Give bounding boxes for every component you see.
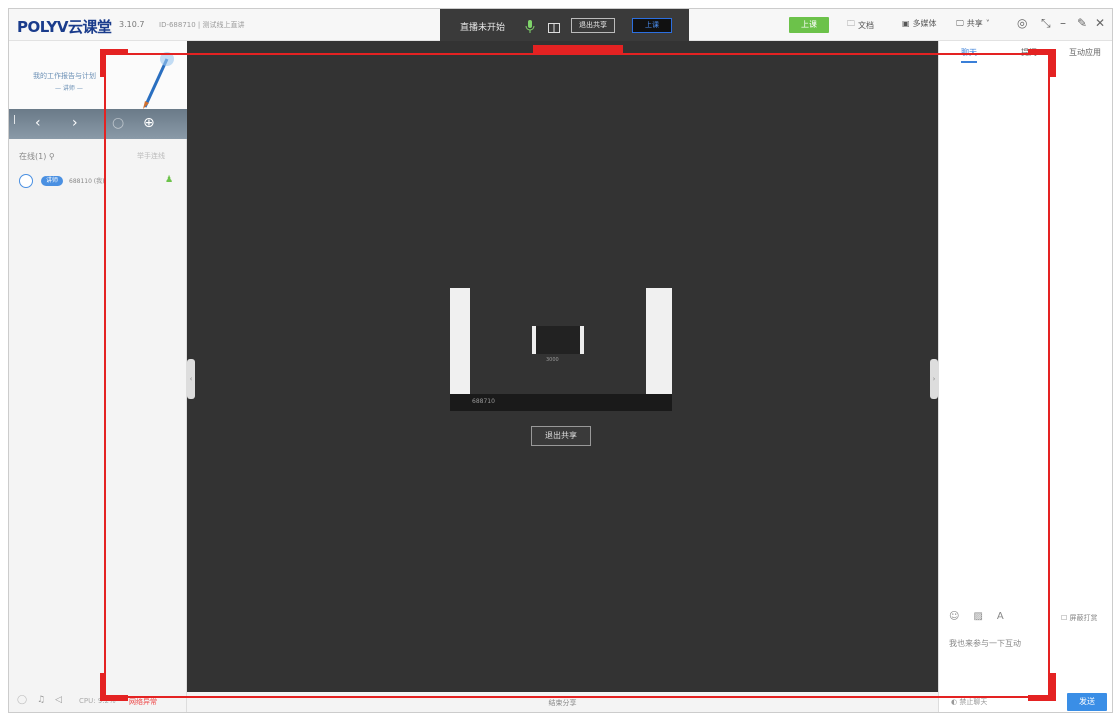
share-canvas: ‹ › 3000 688710 退出共享 — [187, 41, 938, 692]
network-status: 网络异常 — [129, 698, 157, 706]
rotate-icon[interactable]: ○ — [112, 115, 124, 131]
pin-icon[interactable]: ✎ — [1077, 16, 1087, 30]
prev-slide-icon[interactable]: ‹ — [35, 115, 41, 131]
forbid-chat-toggle[interactable]: ◐ 禁止聊天 — [951, 697, 987, 707]
live-control-bar: 直播未开始 退出共享 上课 — [440, 9, 689, 41]
slide-thumbnail[interactable]: 我的工作报告与计划 — 讲师 — — [9, 41, 187, 109]
share-button[interactable]: 🖵 共享 ˅ — [956, 18, 990, 29]
media-icon: ▣ — [902, 19, 910, 28]
app-window: POLYV云课堂 3.10.7 ID-688710 | 测试线上直讲 直播未开始… — [8, 8, 1113, 713]
speaker-icon[interactable]: ◁ — [55, 695, 62, 705]
role-badge: 讲师 — [41, 176, 63, 186]
emoji-icon[interactable]: ☺ — [949, 611, 959, 622]
user-list-item[interactable]: 讲师 688110 (我) ♟ — [19, 174, 179, 190]
chat-panel: 聊天 提问 互动应用 ☺ ▨ A ☐ 屏蔽打赏 我也来参与一下互动 ◐ 禁止聊天… — [938, 41, 1112, 712]
slide-title: 我的工作报告与计划 — [33, 72, 96, 80]
user-status-icon: ♟ — [165, 175, 174, 185]
online-count: 在线(1) ⚲ — [19, 152, 55, 161]
next-slide-icon[interactable]: › — [72, 115, 78, 131]
room-id-label: ID-688710 | 测试线上直讲 — [159, 21, 245, 29]
media-button[interactable]: ▣ 多媒体 — [902, 18, 937, 29]
docs-button[interactable]: 🗀 文档 — [847, 18, 874, 32]
left-panel: 我的工作报告与计划 — 讲师 — | ‹ › ○ ⊕ 在线(1) ⚲ 举手连线 … — [9, 41, 187, 712]
frame-top-handle[interactable] — [533, 45, 623, 53]
screen-icon[interactable] — [548, 19, 560, 38]
exit-share-center-button[interactable]: 退出共享 — [531, 426, 591, 446]
frame-corner-bl-v[interactable] — [100, 673, 106, 701]
bottom-bar: 结束分享 — [187, 692, 938, 712]
status-bar: ◯ ♫ ◁ CPU: 9.2% 网络异常 — [9, 689, 187, 712]
start-class-button[interactable]: 上课 — [789, 17, 829, 33]
preview-window-id: 688710 — [472, 398, 495, 405]
mute-reward-checkbox[interactable]: ☐ 屏蔽打赏 — [1061, 613, 1098, 623]
collapse-left-handle[interactable]: ‹ — [187, 359, 195, 399]
chat-toolbar: ☺ ▨ A — [949, 611, 1004, 622]
search-icon[interactable]: ⚲ — [49, 152, 55, 161]
frame-corner-br-v[interactable] — [1050, 673, 1056, 701]
raise-hand-link[interactable]: 举手连线 — [137, 151, 165, 161]
chat-input[interactable]: 我也来参与一下互动 — [949, 638, 1109, 649]
separator-icon: | — [13, 115, 17, 125]
shrink-icon[interactable]: ⤡ — [1041, 16, 1051, 31]
preview-mini-label: 3000 — [546, 357, 559, 363]
chevron-down-icon: ˅ — [985, 19, 990, 28]
collapse-right-handle[interactable]: › — [930, 359, 938, 399]
frame-corner-tl-v[interactable] — [100, 49, 106, 77]
minimize-icon[interactable]: – — [1060, 16, 1066, 30]
image-icon[interactable]: ▨ — [973, 611, 982, 622]
shared-window-preview: 3000 688710 — [450, 288, 672, 412]
mic-status-icon[interactable]: ♫ — [37, 695, 45, 705]
avatar — [19, 174, 33, 188]
pen-illustration-icon — [143, 52, 174, 109]
frame-corner-tr-v[interactable] — [1050, 49, 1056, 77]
font-icon[interactable]: A — [997, 611, 1004, 622]
send-button[interactable]: 发送 — [1067, 693, 1107, 711]
class-button[interactable]: 上课 — [632, 18, 672, 33]
tab-interactive-apps[interactable]: 互动应用 — [1069, 47, 1101, 58]
top-bar: POLYV云课堂 3.10.7 ID-688710 | 测试线上直讲 直播未开始… — [9, 9, 1112, 41]
folder-icon: 🗀 — [847, 19, 855, 28]
close-icon[interactable]: ✕ — [1095, 16, 1105, 30]
slide-nav-bar: | ‹ › ○ ⊕ — [9, 109, 187, 139]
help-icon[interactable]: ◯ — [17, 695, 27, 705]
tab-chat[interactable]: 聊天 — [961, 47, 977, 63]
preview-mini-window — [532, 326, 584, 354]
settings-icon[interactable]: ◎ — [1017, 16, 1027, 30]
version-label: 3.10.7 — [119, 20, 145, 29]
preview-right-pane — [646, 288, 672, 394]
user-name: 688110 (我) — [69, 178, 105, 185]
zoom-in-icon[interactable]: ⊕ — [143, 115, 155, 131]
live-status: 直播未开始 — [460, 23, 506, 33]
microphone-icon[interactable] — [525, 18, 535, 37]
stop-share-label[interactable]: 结束分享 — [187, 698, 938, 708]
slide-subtitle: — 讲师 — — [55, 85, 83, 92]
exit-share-button[interactable]: 退出共享 — [571, 18, 615, 33]
preview-left-pane — [450, 288, 470, 394]
monitor-icon: 🖵 — [956, 18, 964, 28]
polyv-logo: POLYV云课堂 — [17, 18, 112, 36]
